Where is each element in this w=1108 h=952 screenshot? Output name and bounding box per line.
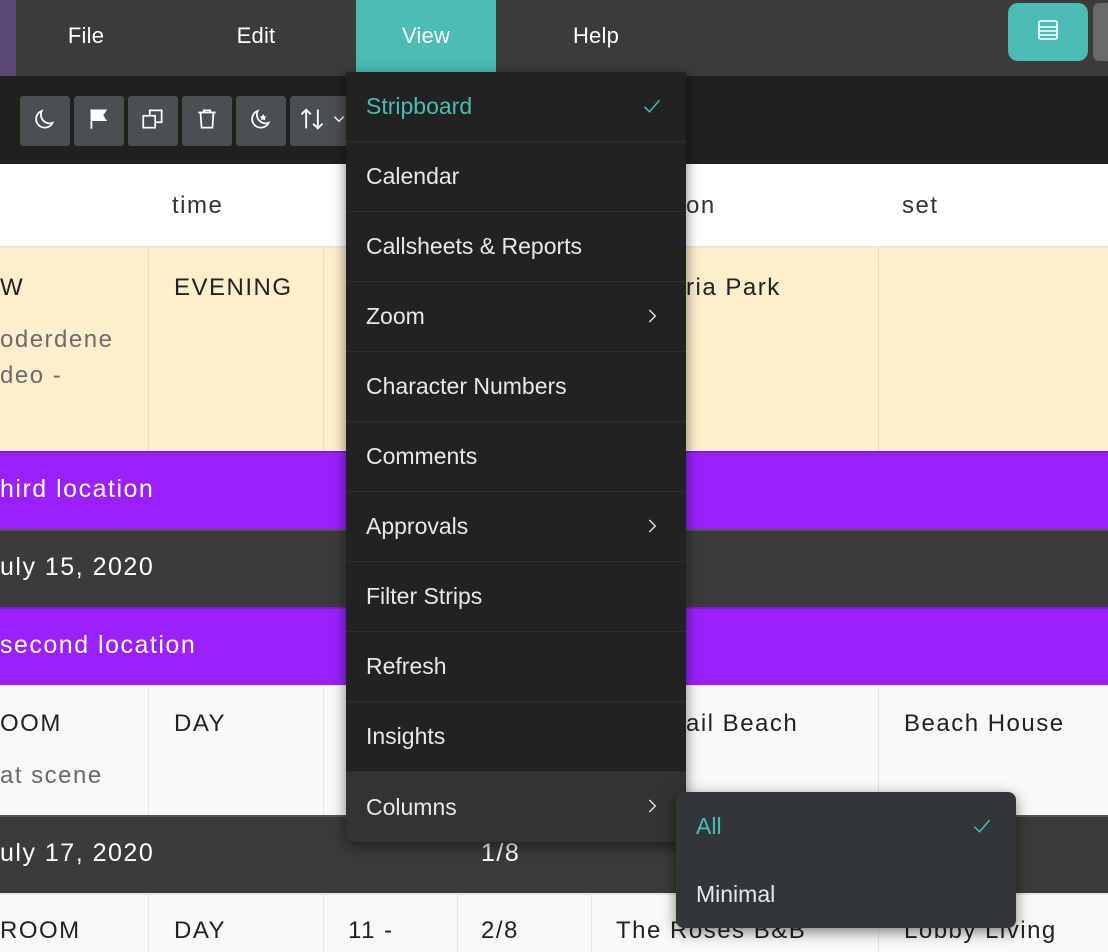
app-accent-strip <box>0 0 16 76</box>
strip-scene-name: W <box>0 274 25 301</box>
strip-description: oderdene <box>0 326 114 353</box>
column-header-time[interactable]: time <box>172 192 223 220</box>
duplicate-icon <box>140 106 166 137</box>
chevron-down-icon <box>332 112 346 131</box>
strip-location: ail Beach <box>686 710 799 737</box>
view-menu-item-stripboard[interactable]: Stripboard <box>346 72 686 142</box>
view-menu-item-zoom[interactable]: Zoom <box>346 282 686 352</box>
menu-file[interactable]: File <box>16 0 156 72</box>
strip-time: DAY <box>174 710 227 737</box>
day-header-date: uly 17, 2020 <box>0 839 155 867</box>
night-strip-button[interactable] <box>236 96 286 146</box>
menu-item-label: Calendar <box>366 163 460 189</box>
moon-icon <box>32 106 58 137</box>
checkmark-icon <box>640 94 664 118</box>
menu-item-label: Approvals <box>366 513 469 539</box>
view-menu-item-insights[interactable]: Insights <box>346 702 686 772</box>
checkmark-icon <box>970 814 994 838</box>
duplicate-button[interactable] <box>128 96 178 146</box>
menu-help[interactable]: Help <box>526 0 666 72</box>
view-dropdown-menu: Stripboard Calendar Callsheets & Reports… <box>346 72 686 842</box>
menu-item-label: Callsheets & Reports <box>366 233 583 259</box>
strip-scene-name: OOM <box>0 710 62 737</box>
menu-bar: File Edit View Help <box>0 0 1108 76</box>
moon-button[interactable] <box>20 96 70 146</box>
flag-button[interactable] <box>74 96 124 146</box>
strip-time: EVENING <box>174 274 293 301</box>
menu-edit[interactable]: Edit <box>186 0 326 72</box>
chevron-right-icon <box>640 794 664 818</box>
columns-option-minimal[interactable]: Minimal <box>676 860 1016 928</box>
menu-item-label: Columns <box>366 793 457 820</box>
sort-icon <box>298 105 326 138</box>
menu-item-label: Comments <box>366 443 478 469</box>
view-menu-item-columns[interactable]: Columns <box>346 772 686 842</box>
menu-item-label: Insights <box>366 723 446 749</box>
moon-star-icon <box>248 106 274 137</box>
strip-pages: 2/8 <box>481 917 519 944</box>
day-header-date: uly 15, 2020 <box>0 553 155 581</box>
columns-option-all[interactable]: All <box>676 792 1016 860</box>
menu-item-label: Minimal <box>696 880 776 907</box>
strip-description-line2: deo - <box>0 362 63 389</box>
flag-icon <box>86 106 112 137</box>
banner-text: hird location <box>0 475 155 503</box>
strip-description: at scene <box>0 762 103 789</box>
sort-button[interactable] <box>290 96 346 146</box>
chevron-right-icon <box>640 304 664 328</box>
view-menu-item-callsheets-reports[interactable]: Callsheets & Reports <box>346 212 686 282</box>
view-menu-item-character-numbers[interactable]: Character Numbers <box>346 352 686 422</box>
view-menu-item-comments[interactable]: Comments <box>346 422 686 492</box>
menu-item-label: All <box>696 812 722 839</box>
view-menu-item-approvals[interactable]: Approvals <box>346 492 686 562</box>
day-header-pages: 1/8 <box>481 839 521 867</box>
menu-item-label: Filter Strips <box>366 583 483 609</box>
trash-icon <box>194 106 220 137</box>
strip-time: DAY <box>174 917 227 944</box>
strip-scene-name: ROOM <box>0 917 81 944</box>
stripboard-view-button[interactable] <box>1008 3 1088 61</box>
chevron-right-icon <box>640 514 664 538</box>
view-menu-item-refresh[interactable]: Refresh <box>346 632 686 702</box>
column-header-location[interactable]: on <box>686 192 716 220</box>
stripboard-layout-icon <box>1036 18 1060 47</box>
column-header-set[interactable]: set <box>902 192 939 220</box>
menu-item-label: Zoom <box>366 303 425 329</box>
view-menu-item-calendar[interactable]: Calendar <box>346 142 686 212</box>
menu-view[interactable]: View <box>356 0 496 72</box>
delete-button[interactable] <box>182 96 232 146</box>
menu-item-label: Character Numbers <box>366 373 567 399</box>
strip-location: ria Park <box>686 274 781 301</box>
banner-text: second location <box>0 631 197 659</box>
menu-item-label: Refresh <box>366 653 447 679</box>
strip-set: Beach House <box>904 710 1065 737</box>
menubar-right-edge <box>1093 3 1108 61</box>
columns-submenu: All Minimal <box>676 792 1016 928</box>
menu-item-label: Stripboard <box>366 93 473 119</box>
view-menu-item-filter-strips[interactable]: Filter Strips <box>346 562 686 632</box>
strip-scene-number: 11 - <box>348 917 394 944</box>
